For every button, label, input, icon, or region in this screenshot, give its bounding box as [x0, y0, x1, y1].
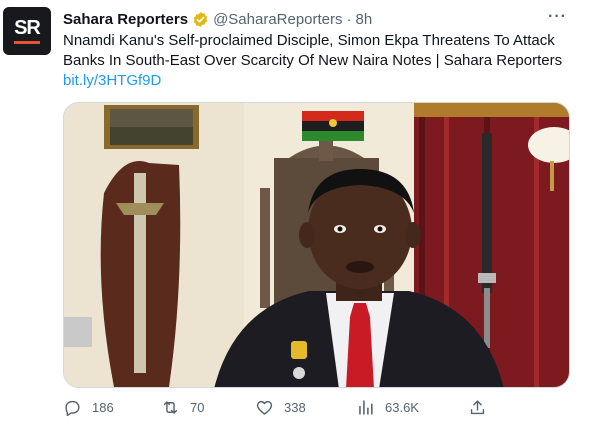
- tweet[interactable]: SR Sahara Reporters @SaharaReporters · 8…: [0, 0, 590, 426]
- media-image: [64, 103, 569, 387]
- share-icon: [470, 400, 485, 415]
- reply-button[interactable]: 186: [63, 398, 114, 417]
- tweet-text: Nnamdi Kanu's Self-proclaimed Disciple, …: [63, 31, 583, 91]
- retweet-count: 70: [190, 400, 205, 415]
- verified-badge-icon[interactable]: [192, 11, 209, 28]
- tweet-media[interactable]: [63, 102, 570, 388]
- timestamp[interactable]: 8h: [356, 11, 373, 28]
- reply-count: 186: [92, 400, 114, 415]
- tweet-header: Sahara Reporters @SaharaReporters · 8h: [63, 9, 372, 29]
- avatar[interactable]: SR: [3, 7, 51, 55]
- like-button[interactable]: 338: [255, 398, 306, 417]
- heart-icon: [256, 400, 273, 415]
- views-chart-icon: [359, 400, 373, 415]
- avatar-logo-bar: [14, 41, 40, 44]
- reply-icon: [65, 400, 80, 417]
- retweet-button[interactable]: 70: [161, 398, 204, 417]
- display-name[interactable]: Sahara Reporters: [63, 11, 188, 28]
- separator-dot: ·: [346, 10, 352, 28]
- views-count: 63.6K: [385, 400, 419, 415]
- share-button[interactable]: [468, 398, 497, 417]
- tweet-actions: 186 70 338 63.6K: [63, 398, 493, 420]
- tweet-link[interactable]: bit.ly/3HTGf9D: [63, 72, 161, 89]
- user-handle[interactable]: @SaharaReporters: [213, 11, 342, 28]
- tweet-body: Nnamdi Kanu's Self-proclaimed Disciple, …: [63, 32, 563, 69]
- more-options-icon[interactable]: ···: [548, 8, 567, 26]
- like-count: 338: [284, 400, 306, 415]
- retweet-icon: [163, 401, 178, 414]
- views-button[interactable]: 63.6K: [356, 398, 419, 417]
- avatar-logo-text: SR: [14, 17, 41, 39]
